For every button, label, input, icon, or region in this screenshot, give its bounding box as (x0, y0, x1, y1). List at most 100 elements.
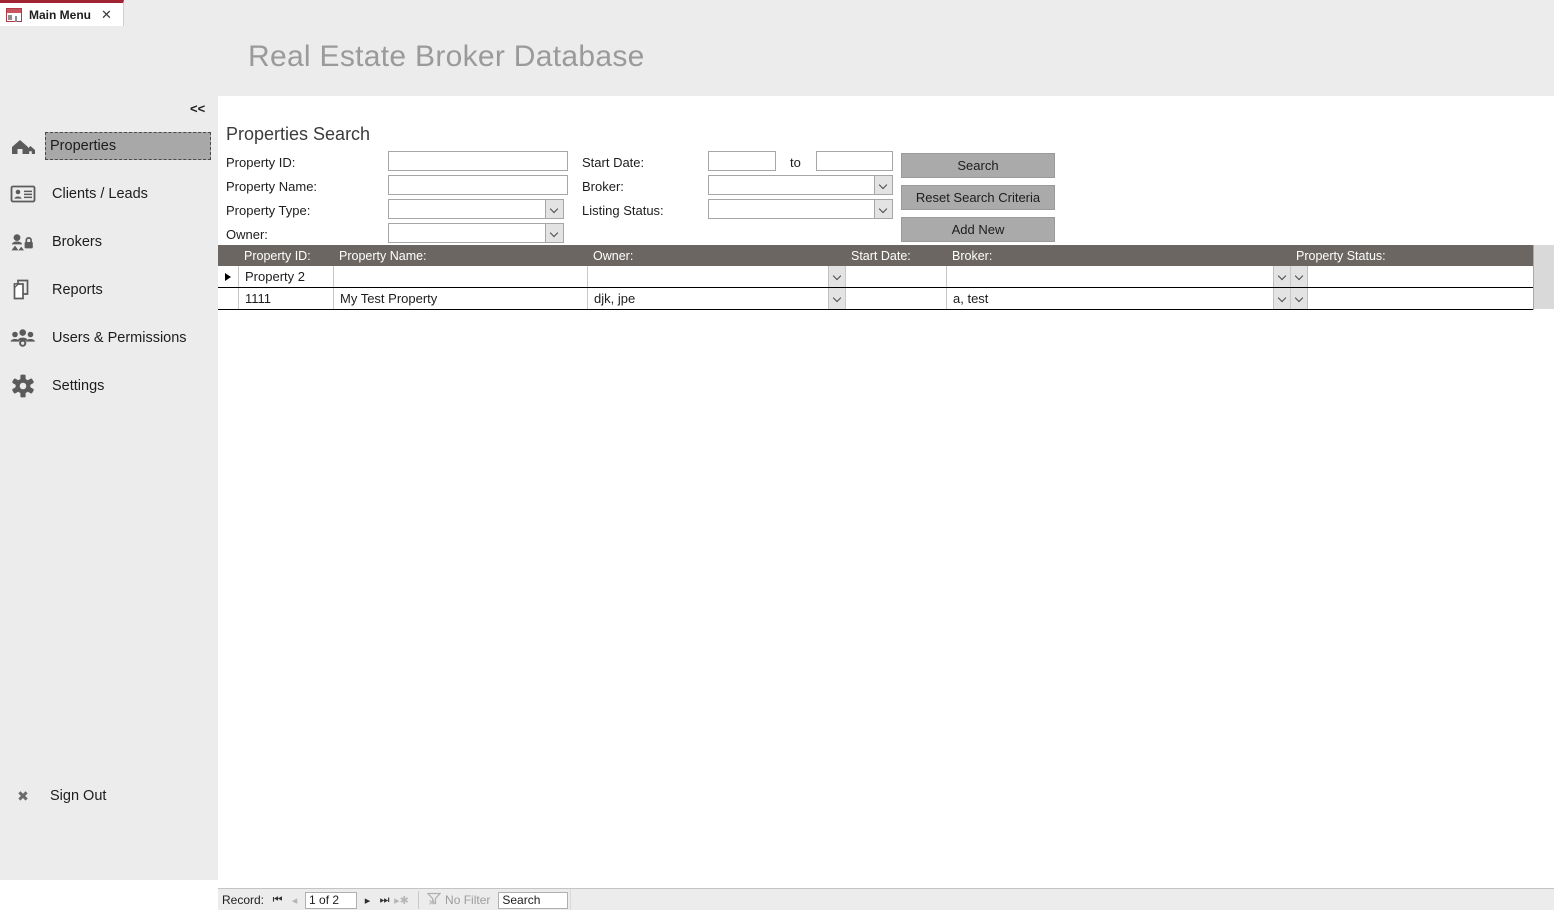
cell-owner-value: djk, jpe (594, 291, 636, 306)
sidebar-item-label: Reports (52, 282, 103, 298)
first-record-button[interactable]: ⏮ (269, 894, 286, 907)
sidebar-item-settings[interactable]: Settings (0, 362, 218, 410)
funnel-icon (426, 892, 442, 908)
column-header-broker[interactable]: Broker: (946, 249, 1290, 263)
reset-search-criteria-button[interactable]: Reset Search Criteria (901, 185, 1055, 210)
sidebar-item-brokers[interactable]: Brokers (0, 218, 218, 266)
sidebar-item-properties[interactable]: Properties (0, 122, 218, 170)
start-date-from-input[interactable] (708, 151, 776, 171)
next-record-button[interactable]: ▸ (359, 894, 376, 907)
datasheet-right-gutter (1534, 245, 1554, 309)
navigator-filler (570, 889, 1554, 911)
label-date-between: to (790, 155, 801, 170)
chevron-down-icon[interactable] (828, 266, 845, 287)
sidebar-item-reports[interactable]: Reports (0, 266, 218, 314)
property-type-combobox[interactable] (388, 199, 564, 219)
chevron-down-icon[interactable] (1291, 266, 1308, 287)
previous-record-button[interactable]: ◂ (286, 894, 303, 907)
record-label: Record: (222, 893, 265, 907)
sidebar-item-label: Properties (45, 132, 211, 160)
label-owner: Owner: (226, 227, 268, 242)
tab-label: Main Menu (29, 7, 91, 22)
listing-status-combobox[interactable] (708, 199, 893, 219)
chevron-down-icon[interactable] (1273, 266, 1290, 287)
column-header-property-status[interactable]: Property Status: (1290, 249, 1533, 263)
sidebar-item-label: Clients / Leads (52, 186, 148, 202)
start-date-to-input[interactable] (816, 151, 893, 171)
main-content: Properties Search Property ID: Property … (218, 122, 1554, 924)
properties-datasheet: Property ID: Property Name: Owner: Start… (218, 245, 1534, 310)
sidebar-item-users-permissions[interactable]: Users & Permissions (0, 314, 218, 362)
cell-property-status[interactable] (1291, 266, 1533, 287)
owner-combobox[interactable] (388, 223, 564, 243)
panel-title: Properties Search (226, 124, 371, 144)
users-group-icon (6, 328, 40, 348)
chevron-down-icon[interactable] (874, 200, 892, 218)
property-id-input[interactable] (388, 151, 568, 171)
chevron-down-icon[interactable] (1291, 288, 1308, 309)
broker-combobox[interactable] (708, 175, 893, 195)
cell-property-id[interactable]: Property 2 (239, 266, 334, 287)
cell-broker-value: a, test (953, 291, 989, 306)
current-record-arrow-icon (225, 272, 231, 281)
cell-owner[interactable] (588, 266, 846, 287)
label-property-id: Property ID: (226, 155, 296, 170)
column-header-property-name[interactable]: Property Name: (333, 249, 587, 263)
chevron-down-icon[interactable] (545, 224, 563, 242)
table-row[interactable]: 1111 My Test Property djk, jpe a, test (218, 288, 1533, 310)
access-form-icon (6, 7, 22, 22)
filter-toggle-button[interactable]: No Filter (418, 891, 490, 909)
collapse-sidebar-button[interactable]: << (190, 101, 205, 116)
tab-main-menu[interactable]: Main Menu ✕ (0, 0, 124, 26)
chevron-down-icon[interactable] (874, 176, 892, 194)
sidebar-item-label: Settings (52, 378, 105, 394)
cell-property-name[interactable] (334, 266, 588, 287)
datasheet-header-row: Property ID: Property Name: Owner: Start… (218, 245, 1533, 266)
property-name-input[interactable] (388, 175, 568, 195)
label-property-type: Property Type: (226, 203, 311, 218)
documents-icon (6, 279, 40, 301)
search-button[interactable]: Search (901, 153, 1055, 178)
table-row[interactable]: Property 2 (218, 266, 1533, 288)
column-header-property-id[interactable]: Property ID: (238, 249, 333, 263)
broker-lock-icon (6, 232, 40, 252)
cell-start-date[interactable] (846, 288, 947, 309)
record-selector[interactable] (218, 266, 239, 287)
bottom-strip (0, 910, 1554, 924)
label-listing-status: Listing Status: (582, 203, 664, 218)
label-property-name: Property Name: (226, 179, 318, 194)
sidebar-item-label: Brokers (52, 234, 102, 250)
cell-broker[interactable] (947, 266, 1291, 287)
sidebar-item-clients-leads[interactable]: Clients / Leads (0, 170, 218, 218)
search-input[interactable]: Search (498, 891, 569, 909)
column-header-owner[interactable]: Owner: (587, 249, 845, 263)
cell-property-name[interactable]: My Test Property (334, 288, 588, 309)
sign-out-button[interactable]: ✖ Sign Out (0, 776, 218, 816)
record-position-input[interactable]: 1 of 2 (305, 891, 358, 909)
last-record-button[interactable]: ⏭ (376, 894, 393, 907)
sidebar: Properties Clients / Leads Brokers Repor… (0, 122, 218, 880)
chevron-down-icon[interactable] (1273, 288, 1290, 309)
cell-owner[interactable]: djk, jpe (588, 288, 846, 309)
page-title: Real Estate Broker Database (248, 40, 645, 73)
close-icon[interactable]: ✕ (101, 8, 112, 21)
record-navigator: Record: ⏮ ◂ 1 of 2 ▸ ⏭ ▸✱ No Filter Sear… (218, 888, 1554, 911)
cell-broker[interactable]: a, test (947, 288, 1291, 309)
id-card-icon (6, 184, 40, 204)
gear-icon (6, 374, 40, 398)
column-header-start-date[interactable]: Start Date: (845, 249, 946, 263)
cell-start-date[interactable] (846, 266, 947, 287)
sidebar-item-label: Users & Permissions (52, 330, 187, 346)
chevron-down-icon[interactable] (828, 288, 845, 309)
label-broker: Broker: (582, 179, 624, 194)
chevron-down-icon[interactable] (545, 200, 563, 218)
new-record-button[interactable]: ▸✱ (393, 894, 410, 907)
filter-label: No Filter (445, 893, 491, 907)
record-selector[interactable] (218, 288, 239, 309)
cell-property-id[interactable]: 1111 (239, 288, 334, 309)
app-header: Real Estate Broker Database (0, 26, 1554, 96)
sidebar-collapse-bar: << (0, 96, 218, 122)
home-icon (6, 136, 40, 156)
add-new-button[interactable]: Add New (901, 217, 1055, 242)
cell-property-status[interactable] (1291, 288, 1533, 309)
